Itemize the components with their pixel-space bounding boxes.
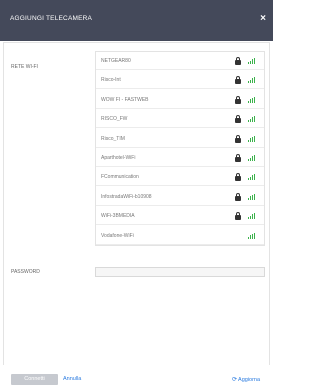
dialog-title: AGGIUNGI TELECAMERA	[10, 15, 93, 22]
refresh-icon: ⟳	[232, 377, 238, 383]
wifi-ssid: NETGEAR80	[101, 58, 131, 64]
wifi-network-item[interactable]: Aparthotel-WiFi	[96, 149, 264, 167]
wifi-signal-icon	[248, 232, 256, 239]
wifi-signal-icon	[248, 155, 256, 161]
wifi-signal-icon	[248, 135, 256, 142]
dialog-body: RETE WI-FI NETGEAR80 Risco-Int WOW FI - FA…	[3, 42, 270, 365]
dialog-footer: Connetti Annulla ⟳ Aggiorna	[0, 365, 273, 387]
close-icon[interactable]: ×	[257, 12, 269, 26]
wifi-network-item[interactable]: InfostradaWiFi-b10908	[96, 188, 264, 206]
lock-icon	[235, 192, 241, 201]
password-field[interactable]	[95, 267, 265, 277]
lock-icon	[235, 115, 241, 124]
lock-icon	[235, 212, 241, 221]
wifi-network-item[interactable]: RISCO_FW	[96, 110, 264, 129]
wifi-network-item[interactable]: FCommunication	[96, 168, 264, 187]
lock-icon	[235, 76, 241, 85]
dialog-header: AGGIUNGI TELECAMERA ×	[0, 0, 273, 41]
wifi-network-item[interactable]: NETGEAR80	[96, 52, 264, 70]
lock-icon	[235, 95, 241, 104]
wifi-signal-icon	[248, 193, 256, 200]
wifi-ssid: Risco-Int	[101, 77, 121, 84]
wifi-ssid: Risco_TIM	[101, 135, 125, 142]
wifi-ssid: InfostradaWiFi-b10908	[101, 193, 152, 200]
wifi-network-list[interactable]: NETGEAR80 Risco-Int WOW FI - FASTWEB RISCO_…	[95, 51, 265, 246]
cancel-button[interactable]: Annulla	[63, 376, 81, 382]
wifi-ssid: Aparthotel-WiFi	[101, 155, 136, 161]
wifi-signal-icon	[248, 77, 256, 84]
wifi-network-item[interactable]: WiFi-3BMEDIA	[96, 207, 264, 226]
wifi-ssid: WOW FI - FASTWEB	[101, 96, 149, 103]
wifi-signal-icon	[248, 96, 256, 103]
wifi-signal-icon	[248, 174, 256, 181]
wifi-ssid: Vodafone-WiFi	[101, 232, 134, 239]
refresh-button[interactable]: ⟳ Aggiorna	[232, 376, 260, 384]
wifi-signal-icon	[248, 58, 256, 64]
wifi-network-item[interactable]: Vodafone-WiFi	[96, 227, 264, 245]
lock-icon	[235, 173, 241, 182]
wifi-network-label: RETE WI-FI	[11, 64, 38, 70]
connect-button[interactable]: Connetti	[11, 374, 58, 385]
password-label: PASSWORD	[11, 269, 40, 275]
lock-icon	[235, 134, 241, 143]
lock-icon	[235, 154, 241, 162]
wifi-ssid: RISCO_FW	[101, 116, 128, 123]
wifi-ssid: FCommunication	[101, 174, 139, 181]
refresh-label: Aggiorna	[238, 377, 261, 383]
wifi-signal-icon	[248, 213, 256, 220]
lock-icon	[235, 57, 241, 65]
wifi-ssid: WiFi-3BMEDIA	[101, 213, 135, 220]
wifi-signal-icon	[248, 116, 256, 123]
wifi-network-item[interactable]: Risco-Int	[96, 71, 264, 90]
wifi-network-item[interactable]: WOW FI - FASTWEB	[96, 91, 264, 109]
wifi-network-item[interactable]: Risco_TIM	[96, 130, 264, 148]
